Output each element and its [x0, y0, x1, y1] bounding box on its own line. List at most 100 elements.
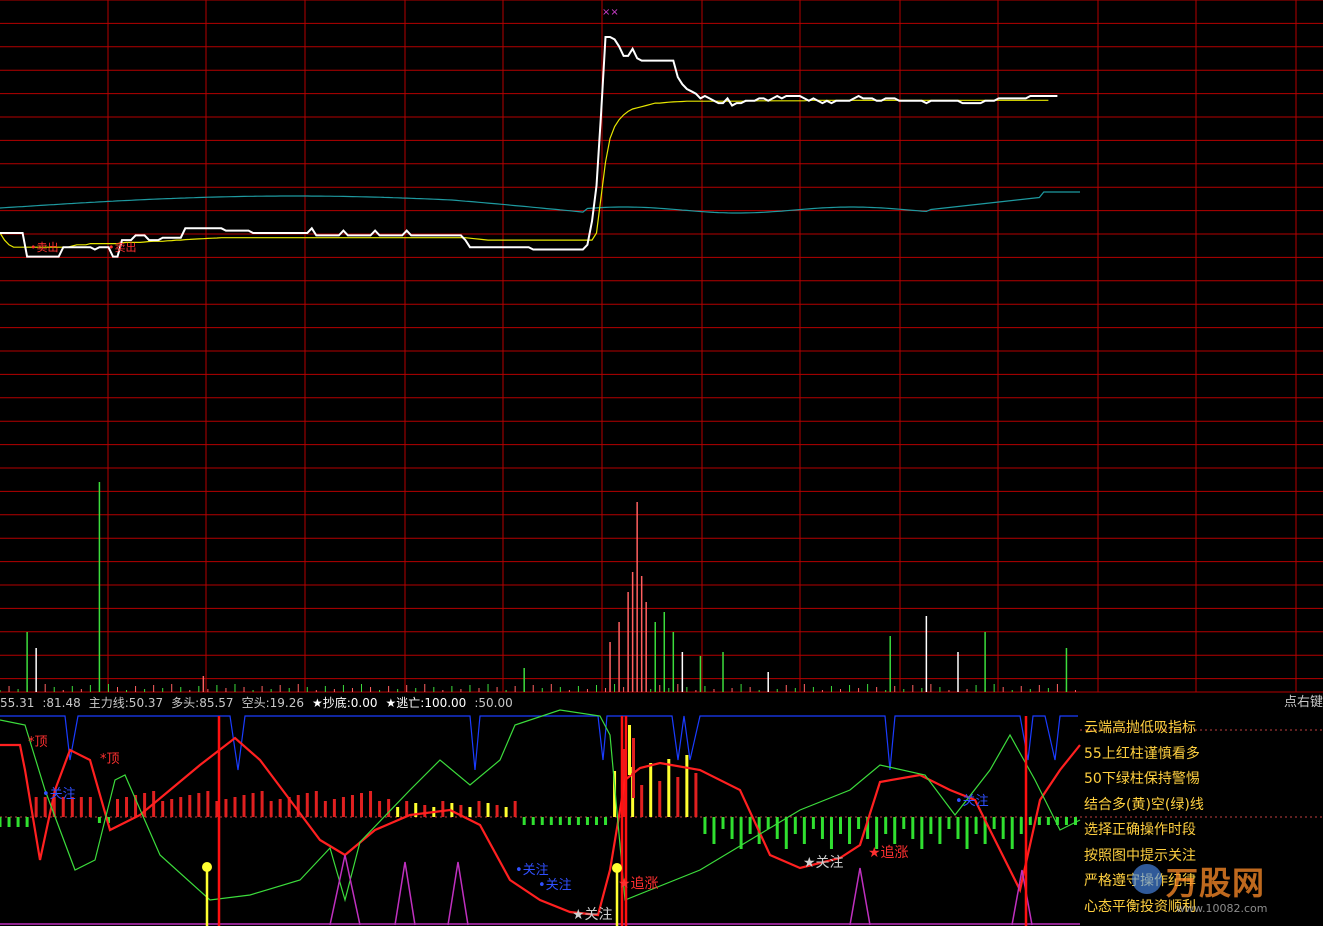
histogram-bar: [839, 817, 843, 834]
histogram-bar: [179, 797, 183, 817]
right-click-hint[interactable]: 点右键: [1284, 694, 1323, 712]
histogram-bar: [396, 807, 400, 817]
histogram-bar: [956, 817, 960, 839]
histogram-bar: [88, 797, 92, 817]
histogram-bar: [468, 807, 472, 817]
blue-line: [0, 715, 1078, 771]
histogram-bar: [766, 817, 770, 829]
histogram-bar: [34, 797, 38, 817]
histogram-bar: [495, 805, 499, 817]
histogram-bar: [694, 773, 698, 817]
watermark-url: www.10082.com: [1176, 902, 1268, 915]
histogram-bar: [350, 795, 354, 817]
signal-dot: [202, 862, 212, 872]
signal-spike: [849, 867, 871, 926]
histogram-bar: [16, 817, 20, 827]
legend-item: 多头:85.57: [171, 696, 234, 710]
histogram-bar: [513, 801, 517, 817]
signal-spike: [447, 861, 469, 926]
watermark-brand: 万股网: [1166, 864, 1266, 902]
note-line: 云端高抛低吸指标: [1084, 720, 1196, 736]
cross-mark: ××: [602, 7, 619, 18]
histogram-bar: [884, 817, 888, 834]
histogram-bar: [206, 791, 210, 817]
note-line: 50下绿柱保持警惕: [1084, 771, 1200, 787]
histogram-bar: [1019, 817, 1023, 834]
histogram-bar: [170, 799, 174, 817]
histogram-bar: [685, 755, 689, 817]
histogram-bar: [1010, 817, 1014, 849]
histogram-bar: [992, 817, 996, 829]
histogram-bar: [802, 817, 806, 844]
histogram-bar: [161, 801, 165, 817]
legend-item: ★抄底:0.00: [311, 696, 378, 710]
histogram-bar: [1037, 817, 1041, 825]
histogram-bar: [640, 785, 644, 817]
histogram-bar: [531, 817, 535, 825]
histogram-bar: [477, 801, 481, 817]
histogram-bar: [632, 738, 635, 798]
histogram-bar: [1064, 817, 1068, 825]
histogram-bar: [811, 817, 815, 829]
histogram-bar: [233, 797, 237, 817]
histogram-bar: [369, 791, 373, 817]
histogram-bar: [558, 817, 562, 825]
histogram-bar: [197, 793, 201, 817]
histogram-bar: [0, 817, 2, 827]
watch-label: •关注: [538, 878, 572, 893]
avg-price-line: [0, 99, 1049, 248]
histogram-bar: [585, 817, 589, 825]
histogram-bar: [188, 795, 192, 817]
watch-star-label: ★关注: [803, 855, 844, 871]
histogram-bar: [721, 817, 725, 829]
legend-item: 主力线:50.37: [88, 696, 164, 710]
histogram-bar: [341, 797, 345, 817]
price-label: •卖出: [30, 240, 59, 254]
histogram-bar: [730, 817, 734, 839]
histogram-bar: [784, 817, 788, 849]
histogram-bar: [820, 817, 824, 839]
histogram-bar: [540, 817, 544, 825]
chase-star-label: ★追涨: [618, 876, 659, 892]
histogram-bar: [1073, 817, 1077, 825]
histogram-bar: [920, 817, 924, 849]
top-signal-label: *顶: [28, 735, 48, 750]
histogram-bar: [911, 817, 915, 839]
legend-item: :50.00: [474, 696, 513, 710]
histogram-bar: [793, 817, 797, 834]
histogram-bar: [251, 793, 255, 817]
histogram-bar: [748, 817, 752, 834]
legend-item: 55.31: [0, 696, 35, 710]
histogram-bar: [378, 801, 382, 817]
histogram-bar: [1028, 817, 1032, 825]
legend-item: 空头:19.26: [241, 696, 304, 710]
histogram-bar: [857, 817, 861, 829]
histogram-bar: [938, 817, 942, 844]
histogram-bar: [576, 817, 580, 825]
histogram-bar: [649, 763, 653, 817]
histogram-bar: [1001, 817, 1005, 839]
histogram-bar: [902, 817, 906, 829]
histogram-bar: [314, 791, 318, 817]
note-line: 55上红柱谨慎看多: [1084, 745, 1200, 762]
chase-star-label: ★追涨: [868, 845, 909, 861]
histogram-bar: [965, 817, 969, 849]
histogram-bar: [332, 799, 336, 817]
histogram-bar: [115, 799, 119, 817]
histogram-bar: [1046, 817, 1050, 825]
histogram-bar: [7, 817, 11, 827]
histogram-bar: [628, 725, 631, 775]
histogram-bar: [848, 817, 852, 844]
watch-label: •关注: [42, 787, 76, 802]
watch-label: •关注: [955, 794, 989, 809]
histogram-bar: [947, 817, 951, 829]
histogram-bar: [658, 781, 662, 817]
histogram-bar: [387, 799, 391, 817]
histogram-bar: [242, 795, 246, 817]
cyan-line: [0, 191, 1080, 214]
histogram-bar: [676, 777, 680, 817]
histogram-bar: [974, 817, 978, 834]
histogram-bar: [305, 793, 309, 817]
histogram-bar: [829, 817, 833, 849]
chart-annotations: *顶*顶•关注•关注•关注•关注★关注★关注★追涨★追涨•卖出 •卖出××: [28, 7, 989, 923]
